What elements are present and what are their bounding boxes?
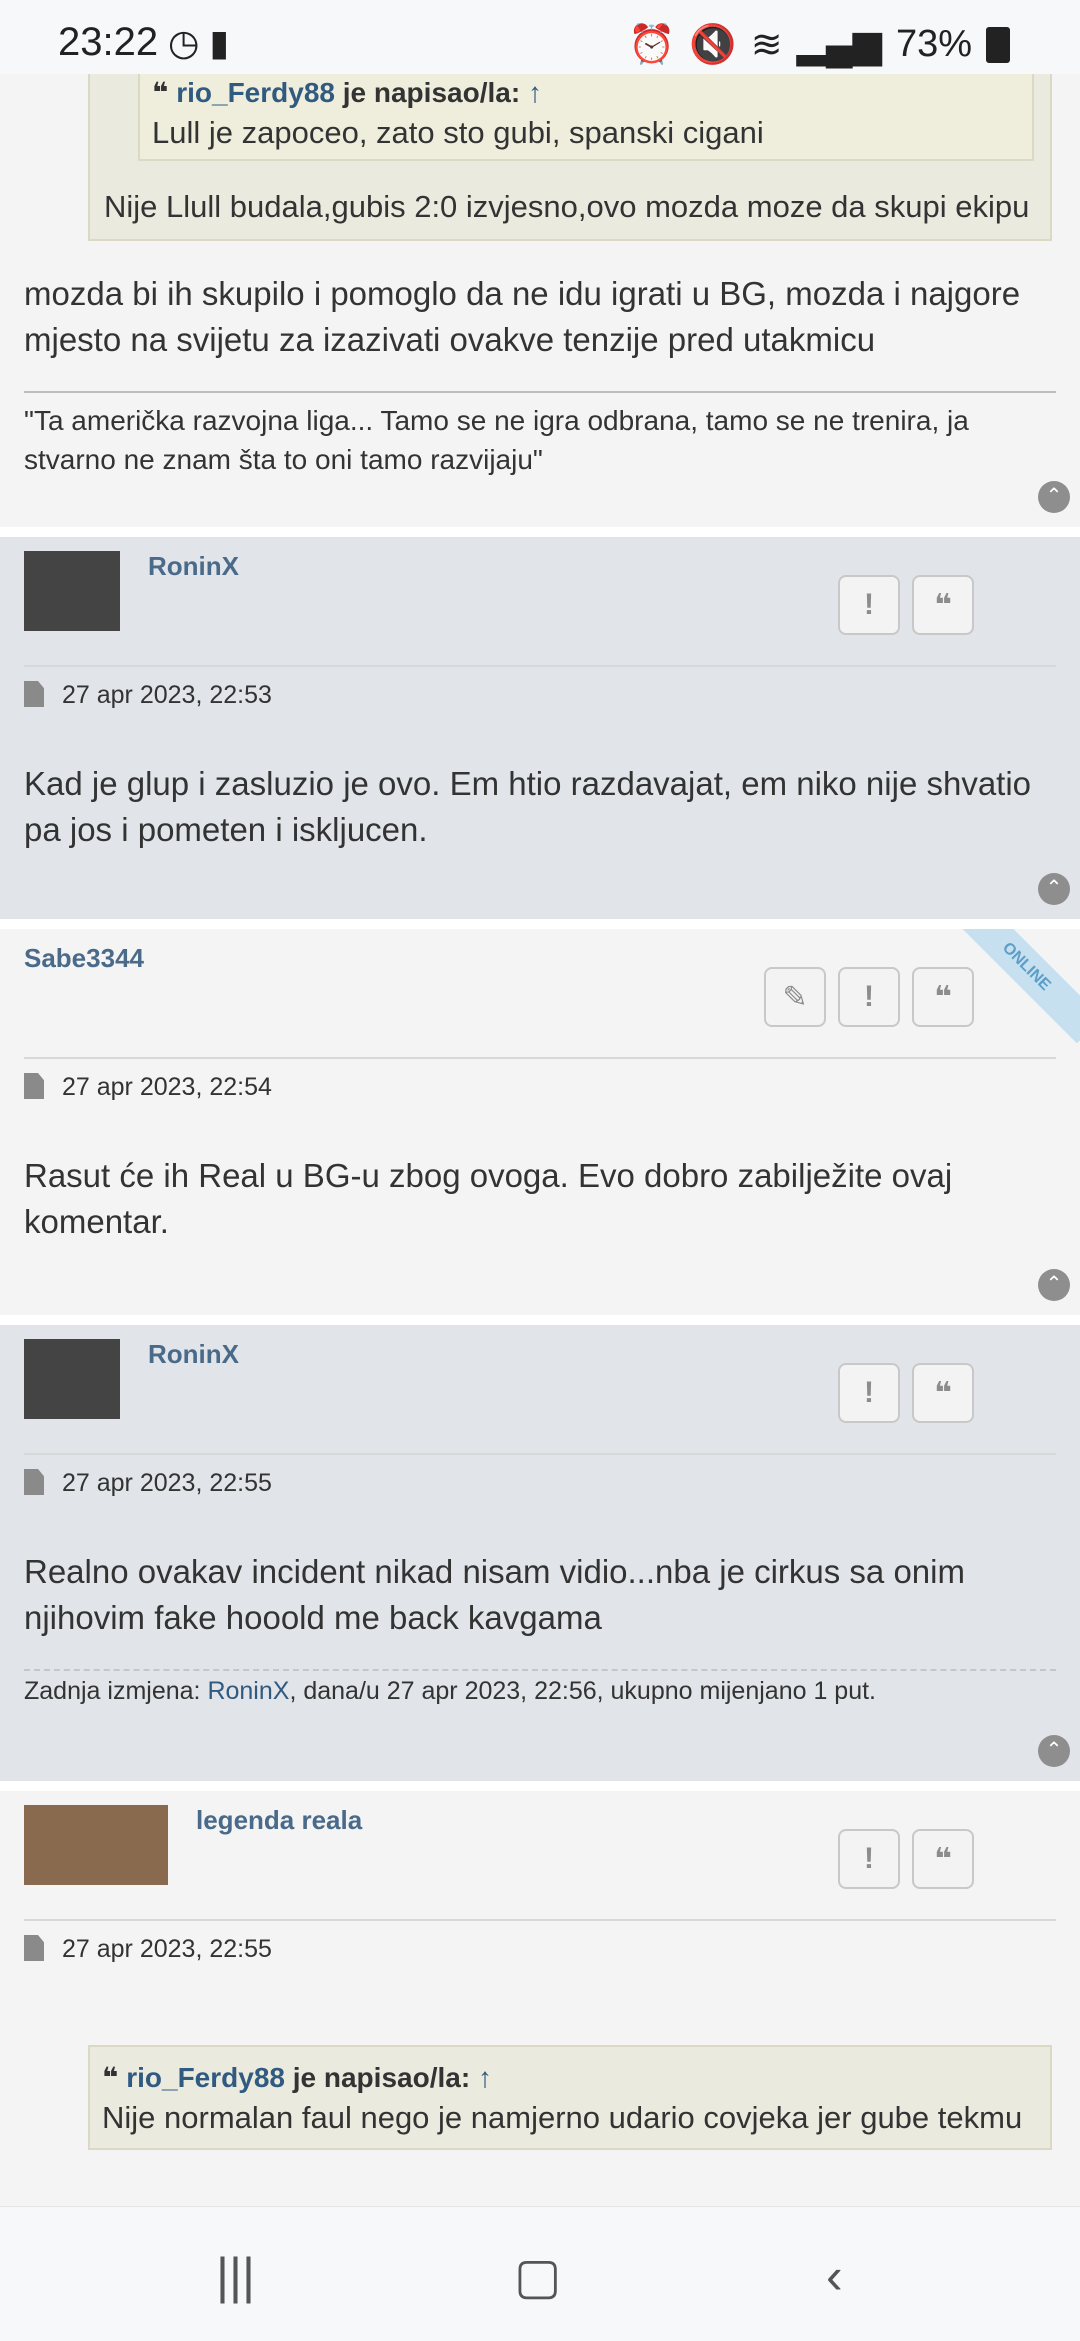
quote-header: ❝ rio_Ferdy88 je napisao/la: ↑: [152, 77, 542, 108]
report-button[interactable]: !: [838, 1363, 900, 1423]
report-button[interactable]: !: [838, 967, 900, 1027]
quote-text: Nije normalan faul nego je namjerno udar…: [102, 2100, 1023, 2135]
quote-text: Lull je zapoceo, zato sto gubi, spanski …: [152, 115, 764, 150]
recent-apps-icon[interactable]: |||: [216, 2247, 255, 2305]
post-date: 27 apr 2023, 22:54: [24, 1057, 1056, 1117]
edit-button[interactable]: ✎: [764, 967, 826, 1027]
edit-user-link[interactable]: RoninX: [207, 1677, 289, 1705]
status-bar: 23:22 ◷ ▮ ⏰ 🔇 ≋ ▂▄▆ 73%: [0, 0, 1080, 74]
quote-icon: ❝: [102, 2062, 119, 2093]
back-icon[interactable]: ‹: [826, 2247, 843, 2305]
post: RoninX ! ❝ 27 apr 2023, 22:53 Kad je glu…: [0, 537, 1080, 919]
arrow-up-icon[interactable]: ↑: [478, 2062, 492, 2093]
username[interactable]: RoninX: [148, 1339, 239, 1370]
post-buttons: ✎ ! ❝: [764, 967, 974, 1027]
avatar[interactable]: [24, 551, 120, 631]
edit-note: Zadnja izmjena: RoninX, dana/u 27 apr 20…: [24, 1669, 1056, 1706]
post: ONLINE Sabe3344 ✎ ! ❝ 27 apr 2023, 22:54…: [0, 929, 1080, 1315]
arrow-up-icon[interactable]: ↑: [528, 77, 542, 108]
post-profile: Sabe3344 ✎ ! ❝: [0, 929, 1080, 1057]
back-to-top-icon[interactable]: ⌃: [1038, 1735, 1070, 1767]
system-icons: ⏰ 🔇 ≋ ▂▄▆ 73%: [628, 22, 1010, 67]
system-navigation-bar: ||| ▢ ‹: [0, 2206, 1080, 2341]
post-profile: legenda reala ! ❝: [0, 1791, 1080, 1919]
post-icon: [24, 1469, 44, 1495]
post-text: mozda bi ih skupilo i pomoglo da ne idu …: [24, 275, 1021, 358]
signature: "Ta američka razvojna liga... Tamo se ne…: [24, 391, 1056, 479]
notification-icons: ◷ ▮: [168, 22, 230, 63]
quote-text: Nije Llull budala,gubis 2:0 izvjesno,ovo…: [104, 189, 1030, 224]
post-date: 27 apr 2023, 22:55: [24, 1453, 1056, 1513]
avatar[interactable]: [24, 1339, 120, 1419]
quote-author[interactable]: rio_Ferdy88: [176, 77, 335, 108]
quote-icon: ❝: [152, 77, 169, 108]
quote-block: ❝ rio_Ferdy88 je napisao/la: ↑ Nije norm…: [88, 2045, 1052, 2150]
quote-button[interactable]: ❝: [912, 967, 974, 1027]
wifi-icon: ≋: [750, 24, 783, 66]
back-to-top-icon[interactable]: ⌃: [1038, 1269, 1070, 1301]
username[interactable]: legenda reala: [196, 1805, 362, 1836]
alarm-icon: ⏰: [628, 23, 676, 66]
home-icon[interactable]: ▢: [514, 2247, 561, 2305]
post-profile: RoninX ! ❝: [0, 1325, 1080, 1453]
avatar[interactable]: [24, 1805, 168, 1885]
username[interactable]: RoninX: [148, 551, 239, 582]
battery-icon: [986, 26, 1010, 63]
nested-quote: ❝ rio_Ferdy88 je napisao/la: ↑ Lull je z…: [138, 74, 1034, 161]
quote-button[interactable]: ❝: [912, 1829, 974, 1889]
post-icon: [24, 1073, 44, 1099]
quote-button[interactable]: ❝: [912, 1363, 974, 1423]
post-icon: [24, 681, 44, 707]
battery-level: 73%: [895, 23, 972, 65]
mute-icon: 🔇: [689, 23, 737, 66]
quote-block: ❝ rio_Ferdy88 je napisao/la: ↑ Lull je z…: [88, 74, 1052, 241]
post-text: Realno ovakav incident nikad nisam vidio…: [24, 1553, 965, 1636]
post-date: 27 apr 2023, 22:53: [24, 665, 1056, 725]
post-buttons: ! ❝: [838, 575, 974, 635]
report-button[interactable]: !: [838, 1829, 900, 1889]
post: ❝ rio_Ferdy88 je napisao/la: ↑ Lull je z…: [0, 74, 1080, 527]
clock: 23:22: [58, 20, 159, 64]
post: legenda reala ! ❝ 27 apr 2023, 22:55 ❝ r…: [0, 1791, 1080, 2191]
post-text: Rasut će ih Real u BG-u zbog ovoga. Evo …: [24, 1157, 953, 1240]
post-icon: [24, 1935, 44, 1961]
back-to-top-icon[interactable]: ⌃: [1038, 873, 1070, 905]
quote-author[interactable]: rio_Ferdy88: [126, 2062, 285, 2093]
post-buttons: ! ❝: [838, 1829, 974, 1889]
back-to-top-icon[interactable]: ⌃: [1038, 481, 1070, 513]
username[interactable]: Sabe3344: [24, 943, 144, 974]
signal-icon: ▂▄▆: [796, 24, 882, 66]
report-button[interactable]: !: [838, 575, 900, 635]
post-profile: RoninX ! ❝: [0, 537, 1080, 665]
post: RoninX ! ❝ 27 apr 2023, 22:55 Realno ova…: [0, 1325, 1080, 1781]
post-text: Kad je glup i zasluzio je ovo. Em htio r…: [24, 765, 1032, 848]
post-buttons: ! ❝: [838, 1363, 974, 1423]
quote-header: ❝ rio_Ferdy88 je napisao/la: ↑: [102, 2062, 492, 2093]
quote-button[interactable]: ❝: [912, 575, 974, 635]
forum-thread: ❝ rio_Ferdy88 je napisao/la: ↑ Lull je z…: [0, 74, 1080, 2206]
post-date: 27 apr 2023, 22:55: [24, 1919, 1056, 1979]
